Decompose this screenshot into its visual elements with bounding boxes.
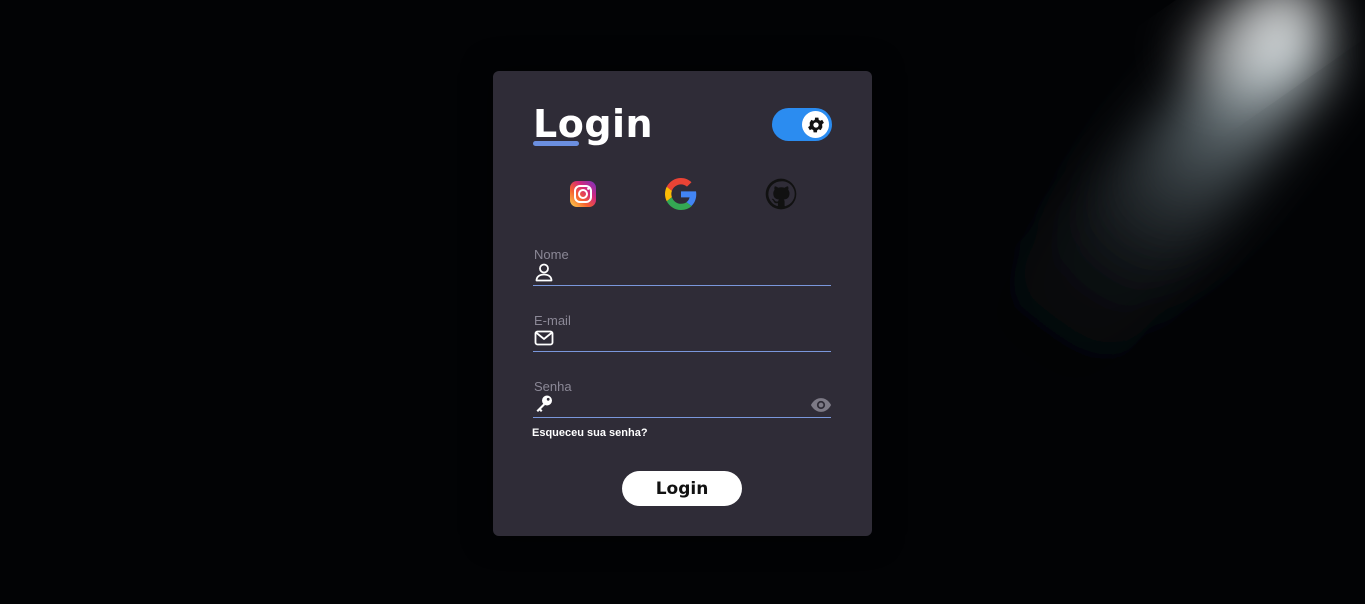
google-button[interactable] <box>665 178 697 210</box>
password-label: Senha <box>534 379 572 394</box>
instagram-icon <box>570 181 596 207</box>
user-icon <box>535 263 553 282</box>
key-icon <box>536 395 552 412</box>
instagram-button[interactable] <box>567 178 599 210</box>
mail-icon <box>534 330 554 346</box>
email-label: E-mail <box>534 313 571 328</box>
password-underline <box>533 417 831 418</box>
email-underline <box>533 351 831 352</box>
name-label: Nome <box>534 247 569 262</box>
github-icon <box>765 178 797 210</box>
name-input[interactable] <box>561 261 805 285</box>
theme-toggle[interactable] <box>772 108 832 141</box>
gear-icon <box>807 117 824 132</box>
github-button[interactable] <box>765 178 797 210</box>
forgot-password-link[interactable]: Esqueceu sua senha? <box>532 427 648 439</box>
email-input[interactable] <box>561 327 805 351</box>
google-icon <box>665 178 697 210</box>
page-background: Login Nome E-mail Senha Esqueceu sua sen… <box>0 0 1365 604</box>
login-card: Login Nome E-mail Senha Esqueceu sua sen… <box>493 71 872 536</box>
name-underline <box>533 285 831 286</box>
toggle-knob <box>802 111 829 138</box>
title-underline <box>533 141 579 146</box>
login-button[interactable]: Login <box>622 471 742 506</box>
password-input[interactable] <box>561 393 805 417</box>
eye-icon[interactable] <box>810 395 832 415</box>
